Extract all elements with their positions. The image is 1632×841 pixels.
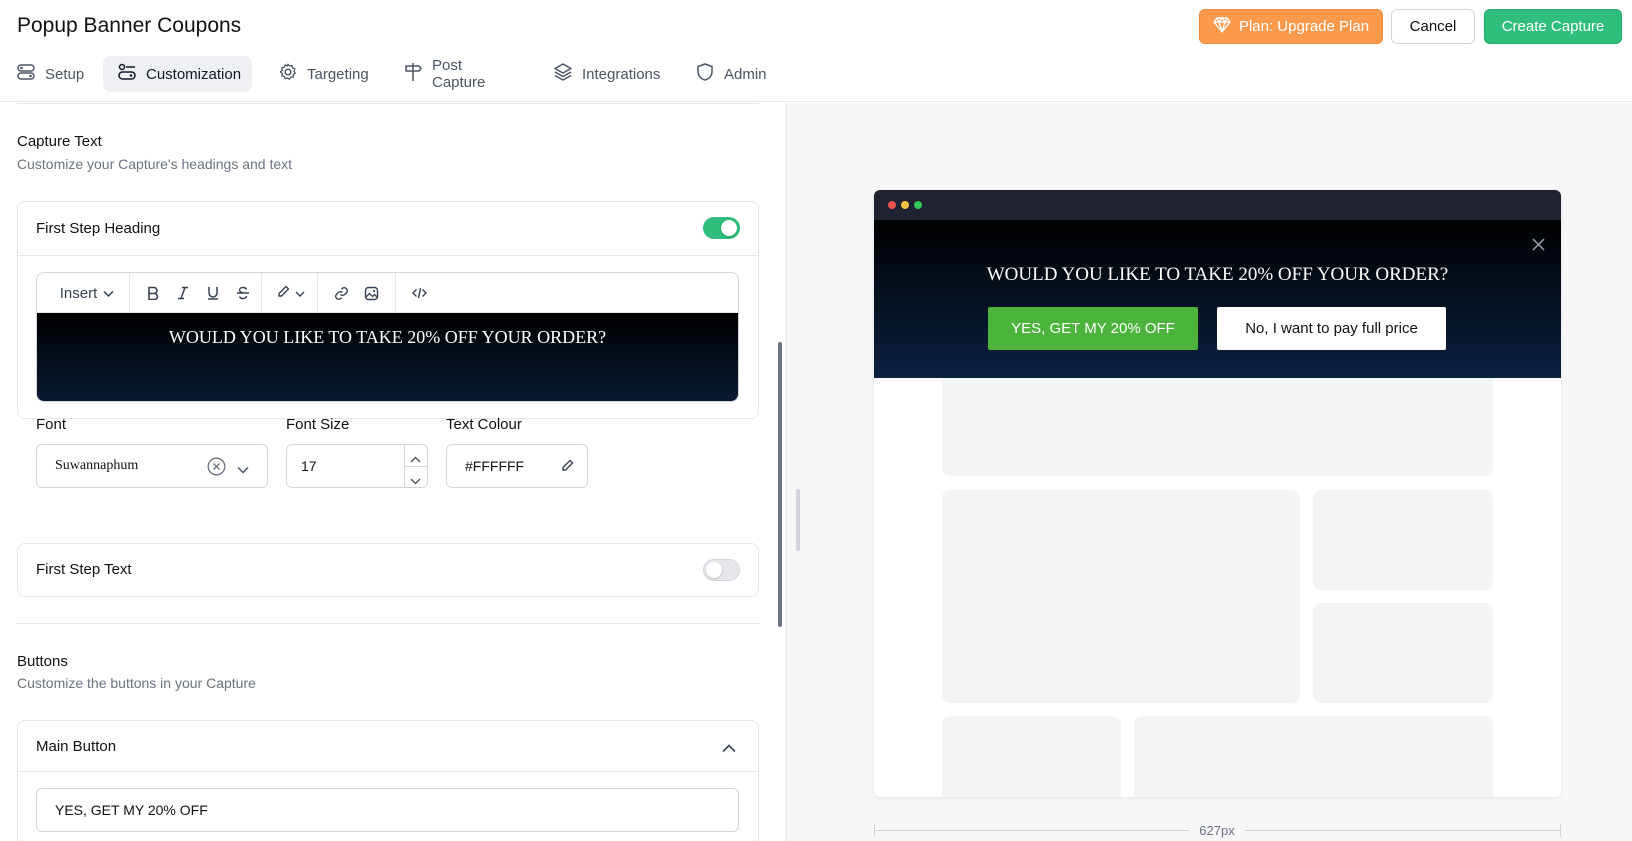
main-button-text-input[interactable]: YES, GET MY 20% OFF <box>36 788 739 832</box>
chevron-up-icon[interactable] <box>410 451 421 467</box>
placeholder-block <box>942 490 1300 703</box>
capture-text-title: Capture Text <box>17 133 102 150</box>
yes-button[interactable]: YES, GET MY 20% OFF <box>988 307 1198 350</box>
editor-content[interactable]: WOULD YOU LIKE TO TAKE 20% OFF YOUR ORDE… <box>37 313 738 401</box>
upgrade-plan-button[interactable]: Plan: Upgrade Plan <box>1199 9 1383 44</box>
close-icon[interactable] <box>1532 238 1545 256</box>
insert-label: Insert <box>59 284 98 302</box>
scrollbar[interactable] <box>778 342 782 627</box>
maximize-dot <box>914 201 922 209</box>
main-button-card: Main Button YES, GET MY 20% OFF <box>17 720 759 841</box>
close-dot <box>888 201 896 209</box>
width-label: 627px <box>1189 821 1245 841</box>
upgrade-plan-label: Plan: Upgrade Plan <box>1238 18 1370 35</box>
tab-label: Targeting <box>307 65 369 83</box>
font-size-label: Font Size <box>286 416 350 433</box>
cancel-button[interactable]: Cancel <box>1391 9 1475 44</box>
code-icon[interactable] <box>405 273 433 313</box>
browser-bar <box>874 190 1561 220</box>
signpost-icon <box>403 62 423 86</box>
highlight-dropdown[interactable] <box>271 273 311 313</box>
chevron-up-icon[interactable] <box>722 740 736 758</box>
minimize-dot <box>901 201 909 209</box>
tab-post-capture[interactable]: Post Capture <box>387 56 496 92</box>
text-colour-input[interactable]: #FFFFFF <box>446 444 588 488</box>
tab-label: Integrations <box>582 65 661 83</box>
underline-icon[interactable] <box>199 273 227 313</box>
editor-heading-text: WOULD YOU LIKE TO TAKE 20% OFF YOUR ORDE… <box>168 327 607 347</box>
image-icon[interactable] <box>357 273 385 313</box>
browser-preview: WOULD YOU LIKE TO TAKE 20% OFF YOUR ORDE… <box>874 190 1561 797</box>
eyedropper-icon[interactable] <box>561 459 574 475</box>
ruler-tick <box>1560 824 1561 837</box>
text-colour-value: #FFFFFF <box>465 458 525 474</box>
first-step-text-label: First Step Text <box>36 561 132 578</box>
tab-label: Customization <box>146 65 242 83</box>
font-size-value: 17 <box>301 458 317 474</box>
tab-label: Post Capture <box>432 57 486 91</box>
chevron-down-icon <box>295 285 305 302</box>
resize-handle[interactable] <box>796 489 800 551</box>
banner-heading: WOULD YOU LIKE TO TAKE 20% OFF YOUR ORDE… <box>986 264 1449 285</box>
first-step-heading-label: First Step Heading <box>36 220 161 237</box>
font-value: Suwannaphum <box>55 458 139 473</box>
page-title: Popup Banner Coupons <box>17 14 242 37</box>
placeholder-block <box>1313 603 1493 703</box>
preview-panel: WOULD YOU LIKE TO TAKE 20% OFF YOUR ORDE… <box>786 103 1632 841</box>
chevron-down-icon[interactable] <box>237 461 249 477</box>
insert-dropdown[interactable]: Insert <box>47 273 127 313</box>
bold-icon[interactable] <box>139 273 167 313</box>
chevron-down-icon[interactable] <box>410 472 421 488</box>
font-size-stepper[interactable]: 17 <box>286 444 428 488</box>
divider <box>18 771 758 772</box>
settings-panel: Capture Text Customize your Capture's he… <box>0 103 786 841</box>
placeholder-block <box>1313 490 1493 590</box>
main-button-text-value: YES, GET MY 20% OFF <box>55 802 208 818</box>
first-step-text-toggle[interactable] <box>703 559 740 581</box>
setup-icon <box>16 62 36 86</box>
no-button[interactable]: No, I want to pay full price <box>1217 307 1446 350</box>
pen-icon <box>277 285 290 302</box>
rich-text-editor: Insert WOULD YOU LIKE TO TAKE 20% OFF YO… <box>36 272 739 402</box>
italic-icon[interactable] <box>169 273 197 313</box>
shield-icon <box>695 62 715 86</box>
first-step-heading-toggle[interactable] <box>703 217 740 239</box>
strikethrough-icon[interactable] <box>229 273 257 313</box>
tab-customization[interactable]: Customization <box>103 56 253 92</box>
text-colour-label: Text Colour <box>446 416 522 433</box>
tab-label: Setup <box>45 65 85 83</box>
customization-icon <box>117 62 137 86</box>
ruler-tick <box>874 824 875 837</box>
placeholder-block <box>942 378 1493 476</box>
capture-text-subtitle: Customize your Capture's headings and te… <box>17 156 293 172</box>
font-select[interactable]: Suwannaphum <box>36 444 268 488</box>
clear-icon[interactable] <box>207 457 226 479</box>
gear-icon <box>278 62 298 86</box>
diamond-icon <box>1213 16 1231 37</box>
top-bar: Popup Banner Coupons Plan: Upgrade Plan … <box>0 0 1632 102</box>
tab-admin[interactable]: Admin <box>679 56 778 92</box>
create-capture-button[interactable]: Create Capture <box>1484 9 1622 44</box>
divider <box>17 103 759 104</box>
first-step-heading-card: First Step Heading Insert WOULD YOU LIKE… <box>17 201 759 488</box>
tab-integrations[interactable]: Integrations <box>537 56 671 92</box>
buttons-subtitle: Customize the buttons in your Capture <box>17 675 256 691</box>
editor-toolbar: Insert <box>37 273 738 313</box>
placeholder-block <box>942 716 1121 797</box>
link-icon[interactable] <box>327 273 355 313</box>
divider <box>18 255 758 256</box>
first-step-text-card: First Step Text <box>17 543 759 597</box>
tab-targeting[interactable]: Targeting <box>262 56 380 92</box>
divider <box>17 623 759 624</box>
popup-banner: WOULD YOU LIKE TO TAKE 20% OFF YOUR ORDE… <box>874 220 1561 378</box>
main-button-label: Main Button <box>36 738 117 755</box>
font-label: Font <box>36 416 67 433</box>
placeholder-block <box>1134 716 1493 797</box>
tab-label: Admin <box>724 65 767 83</box>
buttons-title: Buttons <box>17 653 68 670</box>
chevron-down-icon <box>103 285 114 302</box>
layers-icon <box>553 62 573 86</box>
tab-setup[interactable]: Setup <box>0 56 95 92</box>
